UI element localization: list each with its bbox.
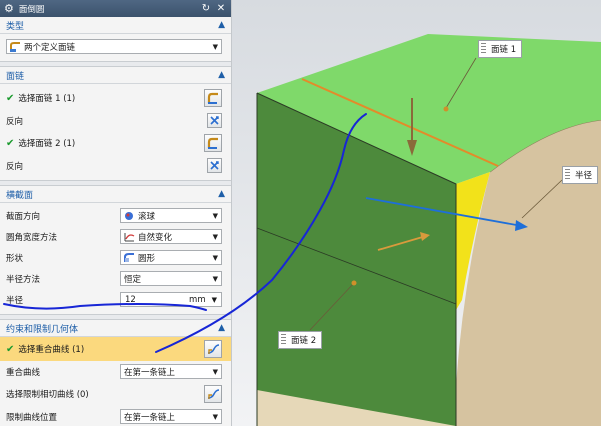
shape-value: 圆形 [138,253,156,264]
section-direction-row: 截面方向 滚球 ▼ [0,205,231,226]
reverse-1-label: 反向 [6,116,24,127]
check-icon: ✔ [6,92,15,104]
radius-method-dropdown[interactable]: 恒定 ▼ [120,271,222,286]
leader-dot [351,280,357,286]
reverse-2-label: 反向 [6,161,24,172]
section-direction-dropdown[interactable]: 滚球 ▼ [120,208,222,223]
face-chain-section-title: 面链 [6,71,25,82]
type-dropdown[interactable]: 两个定义面链 ▼ [6,39,222,54]
leader-dot [443,106,449,112]
ball-icon [124,211,135,221]
drag-handle-icon[interactable] [565,169,570,181]
type-row: 两个定义面链 ▼ [0,36,231,57]
chevron-down-icon: ▼ [212,253,218,262]
type-dropdown-value: 两个定义面链 [24,42,76,53]
cross-section-header[interactable]: 横截面 ▲ [0,186,231,203]
face-chain-section-body: ✔ 选择面链 1 (1) 反向 ✔ 选择面链 2 (1) 反向 [0,84,231,181]
limit-curve-position-value: 在第一条链上 [124,412,176,423]
select-face-chain-1-row[interactable]: ✔ 选择面链 1 (1) [0,86,231,110]
radius-method-value: 恒定 [124,274,142,285]
select-face-chain-1-label: 选择面链 1 (1) [18,94,76,104]
chevron-down-icon: ▼ [212,211,218,220]
reverse-direction-button[interactable] [207,158,222,173]
dialog-titlebar: ⚙ 面倒圆 ↻ ✕ [0,0,231,17]
constraint-section-body: ✔ 选择重合曲线 (1) 重合曲线 在第一条链上 ▼ 选择限制相切曲线 (0) … [0,337,231,426]
type-section-body: 两个定义面链 ▼ [0,34,231,62]
width-method-value: 自然变化 [138,232,173,243]
select-tangent-curve-label: 选择限制相切曲线 (0) [6,390,89,400]
select-face-button[interactable] [204,134,222,152]
coincident-curve-dropdown[interactable]: 在第一条链上 ▼ [120,364,222,379]
coincident-curve-value: 在第一条链上 [124,367,176,378]
chevron-down-icon: ▼ [212,412,218,421]
radius-method-row: 半径方法 恒定 ▼ [0,268,231,289]
select-face-button[interactable] [204,89,222,107]
radius-input[interactable]: 12 mm ▼ [120,292,222,307]
face-chain-2-tag-label: 面链 2 [291,336,317,346]
collapse-icon[interactable]: ▲ [218,70,225,80]
collapse-icon[interactable]: ▲ [218,323,225,333]
select-coincident-curve-row[interactable]: ✔ 选择重合曲线 (1) [0,337,231,361]
type-section-title: 类型 [6,21,25,32]
circle-shape-icon [124,252,135,263]
constraint-section-header[interactable]: 约束和限制几何体 ▲ [0,320,231,337]
cross-section-body: 截面方向 滚球 ▼ 圆角宽度方法 自然变化 ▼ 形状 圆形 ▼ 半径方法 恒定 … [0,203,231,315]
reverse-1-row: 反向 [0,110,231,131]
drag-handle-icon[interactable] [281,334,286,346]
face-chain-2-tag[interactable]: 面链 2 [278,331,323,349]
face-blend-dialog: ⚙ 面倒圆 ↻ ✕ 类型 ▲ 两个定义面链 ▼ 面链 ▲ ✔ 选择面链 1 (1… [0,0,232,426]
graphics-viewport[interactable]: 面链 1 半径 面链 2 [232,0,601,426]
chevron-down-icon: ▼ [212,232,218,241]
radius-unit: mm [189,294,206,305]
shape-row: 形状 圆形 ▼ [0,247,231,268]
chevron-down-icon: ▼ [212,274,218,283]
radius-value[interactable]: 12 [125,295,189,305]
collapse-icon[interactable]: ▲ [218,20,225,30]
select-coincident-curve-label: 选择重合曲线 (1) [18,345,85,355]
reverse-direction-button[interactable] [207,113,222,128]
select-face-chain-2-row[interactable]: ✔ 选择面链 2 (1) [0,131,231,155]
limit-curve-position-dropdown[interactable]: 在第一条链上 ▼ [120,409,222,424]
close-icon[interactable]: ✕ [215,3,227,14]
chevron-down-icon: ▼ [212,367,218,376]
drag-handle-icon[interactable] [481,43,486,55]
reverse-2-row: 反向 [0,155,231,176]
radius-tag-label: 半径 [575,171,593,181]
limit-curve-position-row: 限制曲线位置 在第一条链上 ▼ [0,406,231,426]
select-curve-button[interactable] [204,385,222,403]
dialog-title: 面倒圆 [18,4,45,15]
constraint-section-title: 约束和限制几何体 [6,324,79,335]
width-method-dropdown[interactable]: 自然变化 ▼ [120,229,222,244]
chevron-down-icon[interactable]: ▼ [212,296,217,304]
check-icon: ✔ [6,137,15,149]
width-method-row: 圆角宽度方法 自然变化 ▼ [0,226,231,247]
model-view[interactable] [232,0,601,426]
select-tangent-curve-row[interactable]: 选择限制相切曲线 (0) [0,382,231,406]
collapse-icon[interactable]: ▲ [218,189,225,199]
gear-icon[interactable]: ⚙ [4,2,14,15]
face-chain-section-header[interactable]: 面链 ▲ [0,67,231,84]
face-chain-1-tag-label: 面链 1 [491,45,517,55]
radius-tag[interactable]: 半径 [562,166,599,184]
reset-icon[interactable]: ↻ [200,3,212,14]
curve-icon [124,232,135,242]
shape-dropdown[interactable]: 圆形 ▼ [120,250,222,265]
cross-section-title: 横截面 [6,190,34,201]
check-icon: ✔ [6,343,15,355]
select-curve-button[interactable] [204,340,222,358]
section-direction-value: 滚球 [138,211,156,222]
face-chain-1-tag[interactable]: 面链 1 [478,40,523,58]
radius-row: 半径 12 mm ▼ [0,289,231,310]
chevron-down-icon: ▼ [212,42,218,51]
two-face-chain-icon [10,41,21,52]
select-face-chain-2-label: 选择面链 2 (1) [18,139,76,149]
type-section-header[interactable]: 类型 ▲ [0,17,231,34]
coincident-curve-row: 重合曲线 在第一条链上 ▼ [0,361,231,382]
